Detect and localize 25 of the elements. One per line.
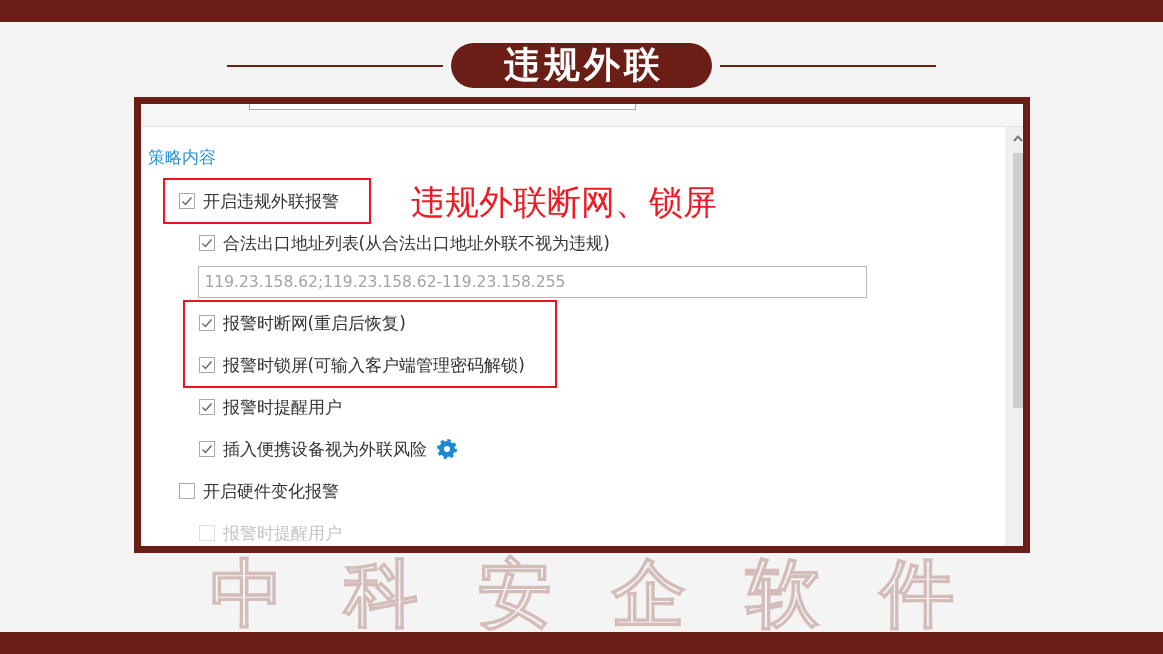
- annotation-text: 违规外联断网、锁屏: [410, 182, 717, 222]
- slide-title: 违规外联: [451, 43, 712, 88]
- checkbox-label: 报警时提醒用户: [222, 523, 342, 543]
- gear-icon[interactable]: [436, 439, 457, 459]
- scrollbar-thumb[interactable]: [1012, 153, 1023, 408]
- checkbox-label: 报警时断网(重启后恢复): [222, 313, 406, 333]
- checkbox[interactable]: [198, 357, 215, 373]
- checkbox-label: 插入便携设备视为外联风险: [222, 439, 427, 459]
- section-title: 策略内容: [147, 147, 216, 167]
- address-field[interactable]: 119.23.158.62;119.23.158.62-119.23.158.255: [197, 266, 867, 298]
- checkbox-label: 报警时提醒用户: [222, 397, 342, 417]
- scrollbar[interactable]: [1004, 127, 1023, 546]
- checkbox-label: 合法出口地址列表(从合法出口地址外联不视为违规): [222, 232, 610, 253]
- checkbox[interactable]: [198, 441, 215, 457]
- checkbox-label: 开启违规外联报警: [202, 190, 339, 211]
- checkbox[interactable]: [198, 315, 215, 331]
- checkbox-label: 开启硬件变化报警: [202, 481, 339, 501]
- checkbox[interactable]: [178, 483, 195, 499]
- scroll-up-icon[interactable]: [1012, 135, 1023, 142]
- checkbox[interactable]: [198, 234, 215, 251]
- brand-text: 中科安企软件: [210, 553, 1014, 632]
- checkbox[interactable]: [198, 399, 215, 415]
- input-field[interactable]: [248, 104, 636, 110]
- checkbox[interactable]: [178, 192, 195, 209]
- checkbox-label: 报警时锁屏(可输入客户端管理密码解锁): [222, 355, 525, 375]
